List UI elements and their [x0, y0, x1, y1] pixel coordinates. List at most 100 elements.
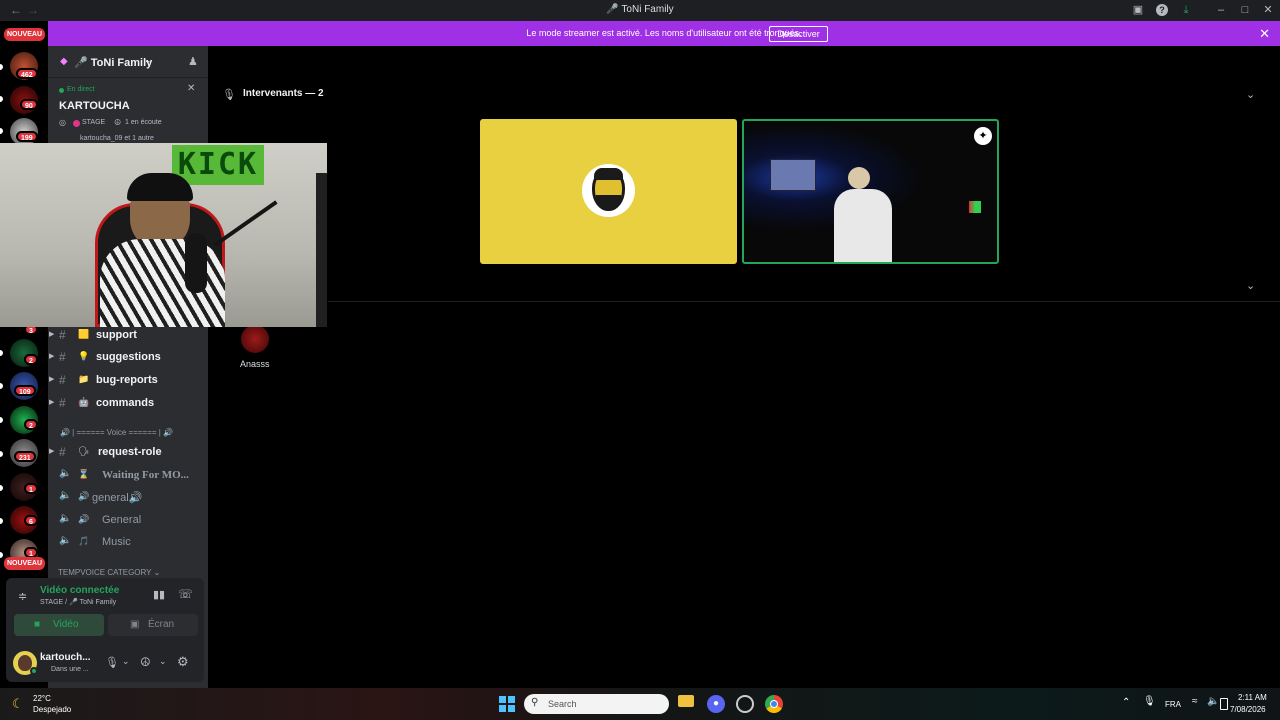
chevron-up-icon[interactable]: ⌃	[1122, 697, 1130, 708]
gear-icon[interactable]: ⚙	[177, 654, 189, 670]
caret-icon: ▶	[49, 353, 55, 360]
disconnect-icon[interactable]: ☏	[178, 587, 193, 601]
webcam-microphone	[185, 233, 207, 293]
chevron-down-icon[interactable]: ⌄	[1246, 88, 1255, 101]
search-input[interactable]: ⚲ Search	[524, 694, 669, 714]
server-header[interactable]: ◆ 🎤 ToNi Family ⌄ ♟	[48, 46, 208, 78]
category-label: TEMPVOICE CATEGORY	[58, 568, 152, 577]
channel-emoji: 💡	[78, 351, 90, 361]
clock-date[interactable]: 7/08/2026	[1230, 705, 1266, 714]
channel-label: support	[96, 329, 137, 341]
banner-close-icon[interactable]: ✕	[1259, 26, 1270, 42]
weather-temp[interactable]: 22°C	[33, 694, 51, 703]
boost-icon: ◆	[60, 56, 68, 67]
video-tile[interactable]: ✦	[742, 119, 999, 264]
unread-pill	[0, 64, 3, 70]
mention-badge: 462	[16, 68, 38, 79]
caret-icon: ▶	[49, 448, 55, 455]
channel-commands[interactable]: ▶ # 🤖 commands	[48, 394, 208, 414]
channel-request-role[interactable]: ▶ # 🗣 request-role	[48, 443, 208, 463]
close-window-icon[interactable]: ✕	[1262, 4, 1274, 16]
live-dot-icon	[59, 88, 64, 93]
chevron-down-icon[interactable]: ⌄	[122, 656, 130, 667]
language-indicator[interactable]: FRA	[1165, 700, 1181, 709]
mention-badge: 6	[24, 515, 38, 526]
channel-support[interactable]: ▶ # 🟨 support	[48, 326, 208, 346]
camera-icon: ■	[34, 619, 41, 630]
speaker-tile[interactable]	[480, 119, 737, 264]
channel-emoji: ⌛	[78, 469, 90, 479]
channel-label: Music	[102, 536, 131, 548]
hash-icon: #	[59, 445, 66, 459]
banner-message: Le mode streamer est activé. Les noms d'…	[526, 28, 802, 38]
moon-icon: ☾	[12, 696, 24, 711]
voice-channel-music[interactable]: 🔈 🎵 Music	[48, 533, 208, 553]
stage-label: STAGE	[82, 119, 106, 126]
voice-panel: ≑ Vidéo connectée STAGE / 🎤 ToNi Family …	[6, 578, 204, 642]
screen-share-button[interactable]: ▣ Écran	[108, 614, 198, 636]
caret-icon: ▶	[49, 376, 55, 383]
audience-name[interactable]: Anasss	[240, 359, 270, 369]
microphone-icon[interactable]: 🎙	[1143, 696, 1156, 707]
chevron-down-icon: ⌄	[153, 568, 161, 577]
battery-icon[interactable]	[1220, 698, 1228, 710]
download-icon[interactable]: ⤓	[1180, 4, 1192, 16]
stage-icon: ◎	[59, 118, 66, 127]
close-icon[interactable]: ✕	[187, 83, 195, 94]
unread-pill	[0, 417, 3, 423]
headphones-icon: ☮	[114, 118, 122, 127]
mention-badge: 231	[14, 451, 36, 462]
windows-start-icon[interactable]	[499, 696, 515, 712]
maximize-icon[interactable]: □	[1239, 4, 1251, 16]
headphones-icon[interactable]: ☮	[140, 655, 151, 669]
webcam-doorframe	[316, 173, 327, 327]
inbox-icon[interactable]: ▣	[1132, 4, 1144, 16]
minimize-icon[interactable]: –	[1215, 4, 1227, 16]
person-video-icon	[848, 167, 870, 189]
caret-icon: ▶	[49, 399, 55, 406]
microphone-icon[interactable]: 🎙	[105, 656, 119, 669]
chevron-down-icon: ⌄	[144, 55, 152, 65]
chevron-down-icon[interactable]: ⌄	[159, 656, 167, 667]
signal-icon: ≑	[18, 591, 28, 603]
voice-channel-general-2[interactable]: 🔈 🔊 General	[48, 511, 208, 531]
voice-channel-waiting[interactable]: 🔈 ⌛ Waiting For MO...	[48, 466, 208, 486]
channel-emoji: 📁	[78, 374, 90, 384]
app-icon[interactable]	[736, 695, 754, 713]
title-bar: ← → 🎤 ToNi Family ▣ ? ⤓ – □ ✕	[0, 0, 1280, 21]
window-title: 🎤 ToNi Family	[606, 4, 674, 15]
voice-category-header[interactable]: 🔊 | ====== Voice ====== | 🔊	[60, 428, 173, 437]
clock-time[interactable]: 2:11 AM	[1238, 693, 1267, 702]
channel-suggestions[interactable]: ▶ # 💡 suggestions	[48, 348, 208, 368]
add-user-icon[interactable]: ♟	[188, 55, 198, 68]
mention-badge: 90	[20, 99, 38, 110]
chrome-center-icon	[770, 700, 778, 708]
live-stage-card[interactable]: En direct ✕ KARTOUCHA ◎ STAGE ☮ 1 en éco…	[48, 78, 208, 144]
noise-suppression-icon[interactable]: ▮▮	[153, 588, 165, 601]
avatar[interactable]	[241, 325, 269, 353]
hash-icon: #	[59, 328, 66, 342]
weather-desc[interactable]: Despejado	[33, 705, 71, 714]
channel-label: commands	[96, 397, 155, 409]
disable-streamer-button[interactable]: Désactiver	[769, 26, 828, 42]
listener-count: 1 en écoute	[125, 119, 162, 126]
sparkle-icon[interactable]: ✦	[974, 127, 992, 145]
wifi-icon[interactable]: ≈	[1192, 696, 1198, 707]
temp-category-header[interactable]: TEMPVOICE CATEGORY ⌄	[58, 568, 160, 577]
video-button[interactable]: ■ Vidéo	[14, 614, 104, 636]
user-status: Dans une ...	[51, 666, 89, 673]
channel-bug-reports[interactable]: ▶ # 📁 bug-reports	[48, 371, 208, 391]
voice-channel-general-1[interactable]: 🔈 🔊 general🔊	[48, 488, 208, 508]
hash-icon: #	[59, 373, 66, 387]
person-body-video-icon	[834, 189, 892, 262]
voice-location[interactable]: STAGE / 🎤 ToNi Family	[40, 598, 116, 606]
file-explorer-icon[interactable]	[678, 695, 694, 707]
discord-icon[interactable]: ●	[707, 695, 725, 713]
chevron-down-icon[interactable]: ⌄	[1246, 279, 1255, 292]
mention-badge: 2	[24, 419, 38, 430]
screen-icon: ▣	[130, 619, 140, 630]
username[interactable]: kartouch...	[40, 652, 91, 663]
speaker-icon: 🔈	[59, 513, 72, 524]
volume-icon[interactable]: 🔈	[1207, 696, 1219, 707]
help-icon[interactable]: ?	[1156, 4, 1168, 16]
